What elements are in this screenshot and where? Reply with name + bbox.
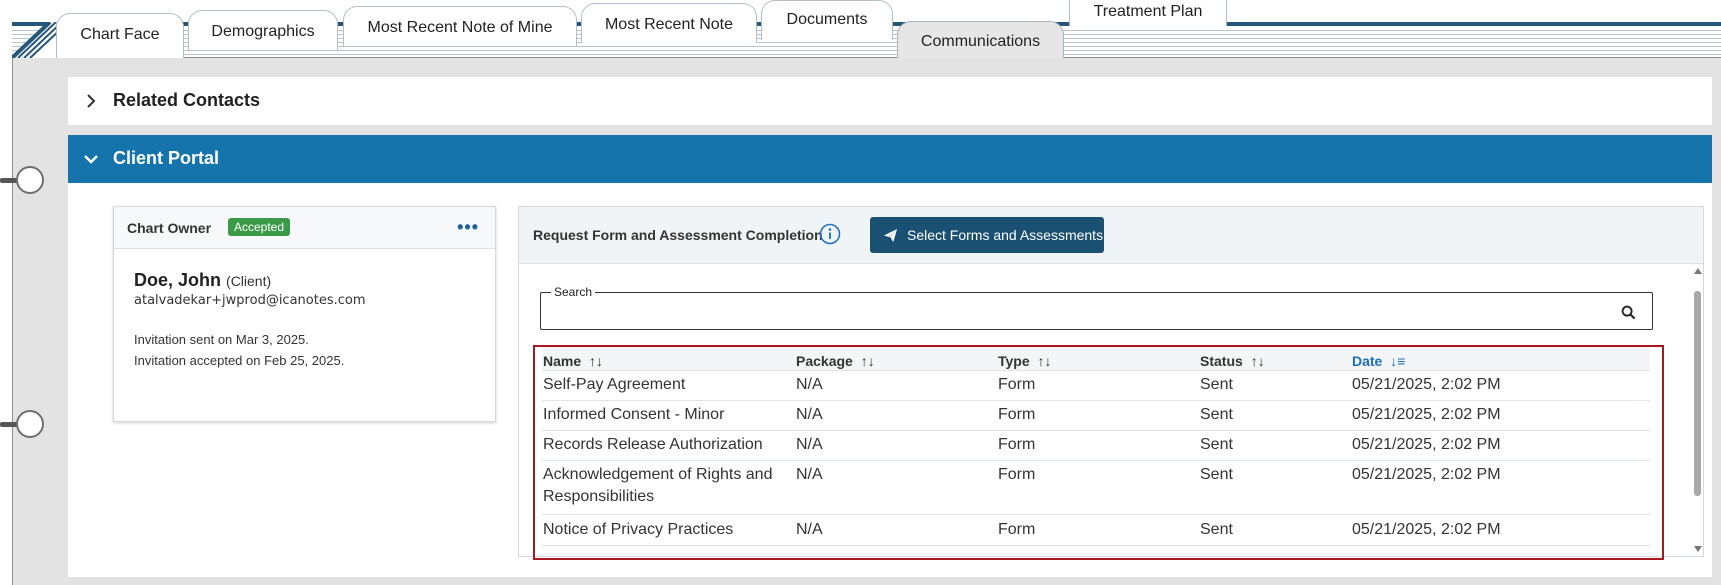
- row-divider: [542, 545, 1650, 546]
- cell-name: Informed Consent - Minor: [543, 406, 725, 423]
- more-horizontal-icon[interactable]: •••: [457, 217, 479, 238]
- tab-treatment-plan[interactable]: Treatment Plan: [1069, 0, 1227, 26]
- tab-label: Most Recent Note: [604, 16, 734, 33]
- chart-owner-card: Chart Owner Accepted ••• Doe, John (Clie…: [113, 206, 496, 422]
- column-header-label: Name: [543, 353, 582, 369]
- binder-ring: [16, 410, 44, 438]
- cell-package: N/A: [796, 521, 823, 538]
- tab-label: Treatment Plan: [1093, 3, 1203, 20]
- cell-status: Sent: [1200, 406, 1233, 423]
- column-header-label: Status: [1200, 353, 1243, 369]
- cell-package: N/A: [796, 466, 823, 483]
- cell-name: Records Release Authorization: [543, 436, 763, 453]
- row-divider: [542, 430, 1650, 431]
- row-divider: [542, 460, 1650, 461]
- tab-documents[interactable]: Documents: [761, 0, 893, 40]
- cell-date: 05/21/2025, 2:02 PM: [1352, 436, 1501, 453]
- sort-descending-icon[interactable]: ↓≡: [1390, 353, 1405, 369]
- cell-package: N/A: [796, 436, 823, 453]
- client-portal-body: Chart Owner Accepted ••• Doe, John (Clie…: [68, 183, 1712, 577]
- row-divider: [542, 370, 1650, 371]
- cell-package: N/A: [796, 376, 823, 393]
- tab-demographics[interactable]: Demographics: [188, 10, 338, 50]
- chart-owner-title: Chart Owner: [127, 220, 212, 236]
- column-header-name[interactable]: Name ↑↓: [543, 353, 603, 369]
- section-client-portal-header[interactable]: Client Portal: [68, 135, 1712, 183]
- column-header-label: Package: [796, 353, 853, 369]
- cell-type: Form: [998, 436, 1036, 453]
- scroll-up-icon[interactable]: [1693, 267, 1703, 275]
- column-header-type[interactable]: Type ↑↓: [998, 353, 1052, 369]
- row-divider: [542, 514, 1650, 515]
- section-title: Client Portal: [113, 148, 220, 168]
- request-form-panel: Request Form and Assessment Completion S…: [518, 206, 1704, 560]
- cell-name: Acknowledgement of Rights and Responsibi…: [543, 466, 773, 505]
- cell-status: Sent: [1200, 521, 1233, 538]
- cell-name: Notice of Privacy Practices: [543, 521, 734, 538]
- select-forms-button[interactable]: Select Forms and Assessments: [870, 217, 1104, 253]
- column-header-label: Date: [1352, 353, 1383, 369]
- cell-date: 05/21/2025, 2:02 PM: [1352, 521, 1501, 538]
- cell-type: Form: [998, 466, 1036, 483]
- client-email: atalvadekar+jwprod@icanotes.com: [134, 293, 366, 308]
- sort-icon[interactable]: ↑↓: [861, 353, 875, 369]
- forms-table: Name ↑↓ Package ↑↓ Type ↑↓ Status ↑↓ Dat…: [533, 345, 1664, 560]
- cell-type: Form: [998, 406, 1036, 423]
- request-form-title: Request Form and Assessment Completion: [533, 227, 823, 243]
- tab-chart-face[interactable]: Chart Face: [56, 13, 184, 59]
- sort-icon[interactable]: ↑↓: [1251, 353, 1265, 369]
- cell-date: 05/21/2025, 2:02 PM: [1352, 376, 1501, 393]
- cell-type: Form: [998, 376, 1036, 393]
- section-related-contacts[interactable]: Related Contacts: [68, 77, 1712, 125]
- invitation-accepted: Invitation accepted on Feb 25, 2025.: [134, 353, 345, 368]
- chevron-down-icon: [84, 155, 98, 164]
- tab-communications[interactable]: Communications: [897, 21, 1064, 61]
- sort-icon[interactable]: ↑↓: [1038, 353, 1052, 369]
- scroll-down-icon[interactable]: [1693, 545, 1703, 553]
- client-name: Doe, John: [134, 270, 222, 290]
- cell-package: N/A: [796, 406, 823, 423]
- sort-icon[interactable]: ↑↓: [589, 353, 603, 369]
- invitation-sent: Invitation sent on Mar 3, 2025.: [134, 332, 309, 347]
- tab-label: Documents: [786, 11, 868, 28]
- chart-tab-strip: Chart Face Demographics Most Recent Note…: [0, 0, 1721, 61]
- column-header-status[interactable]: Status ↑↓: [1200, 353, 1265, 369]
- cell-status: Sent: [1200, 436, 1233, 453]
- cell-status: Sent: [1200, 466, 1233, 483]
- column-header-package[interactable]: Package ↑↓: [796, 353, 875, 369]
- section-title: Related Contacts: [113, 90, 261, 110]
- search-label: Search: [551, 285, 596, 299]
- tab-label: Demographics: [211, 23, 315, 40]
- cell-type: Form: [998, 521, 1036, 538]
- chevron-right-icon: [87, 94, 96, 108]
- status-badge: Accepted: [228, 218, 291, 236]
- tab-most-recent-note-of-mine[interactable]: Most Recent Note of Mine: [343, 6, 577, 46]
- column-header-label: Type: [998, 353, 1030, 369]
- search-icon[interactable]: [1621, 305, 1636, 320]
- search-input[interactable]: Search: [540, 285, 1653, 330]
- request-form-header: Request Form and Assessment Completion S…: [519, 207, 1703, 264]
- info-icon[interactable]: [819, 223, 841, 245]
- binder-corner: [12, 22, 62, 58]
- select-forms-button-label: Select Forms and Assessments: [907, 227, 1104, 243]
- tab-label: Chart Face: [80, 26, 160, 43]
- table-header-row: [542, 347, 1650, 371]
- row-divider: [542, 400, 1650, 401]
- cell-date: 05/21/2025, 2:02 PM: [1352, 466, 1501, 483]
- cell-name: Self-Pay Agreement: [543, 376, 686, 393]
- tab-most-recent-note[interactable]: Most Recent Note: [581, 3, 757, 43]
- tab-label: Most Recent Note of Mine: [367, 19, 553, 36]
- client-name-line: Doe, John (Client): [134, 270, 271, 291]
- tab-label: Communications: [920, 33, 1041, 50]
- vertical-scrollbar-thumb[interactable]: [1694, 291, 1701, 496]
- chart-owner-header: Chart Owner Accepted •••: [114, 207, 495, 249]
- paper-plane-icon: [883, 228, 898, 243]
- binder-ring: [16, 166, 44, 194]
- client-role: (Client): [226, 273, 272, 289]
- cell-status: Sent: [1200, 376, 1233, 393]
- column-header-date[interactable]: Date ↓≡: [1352, 353, 1405, 369]
- cell-date: 05/21/2025, 2:02 PM: [1352, 406, 1501, 423]
